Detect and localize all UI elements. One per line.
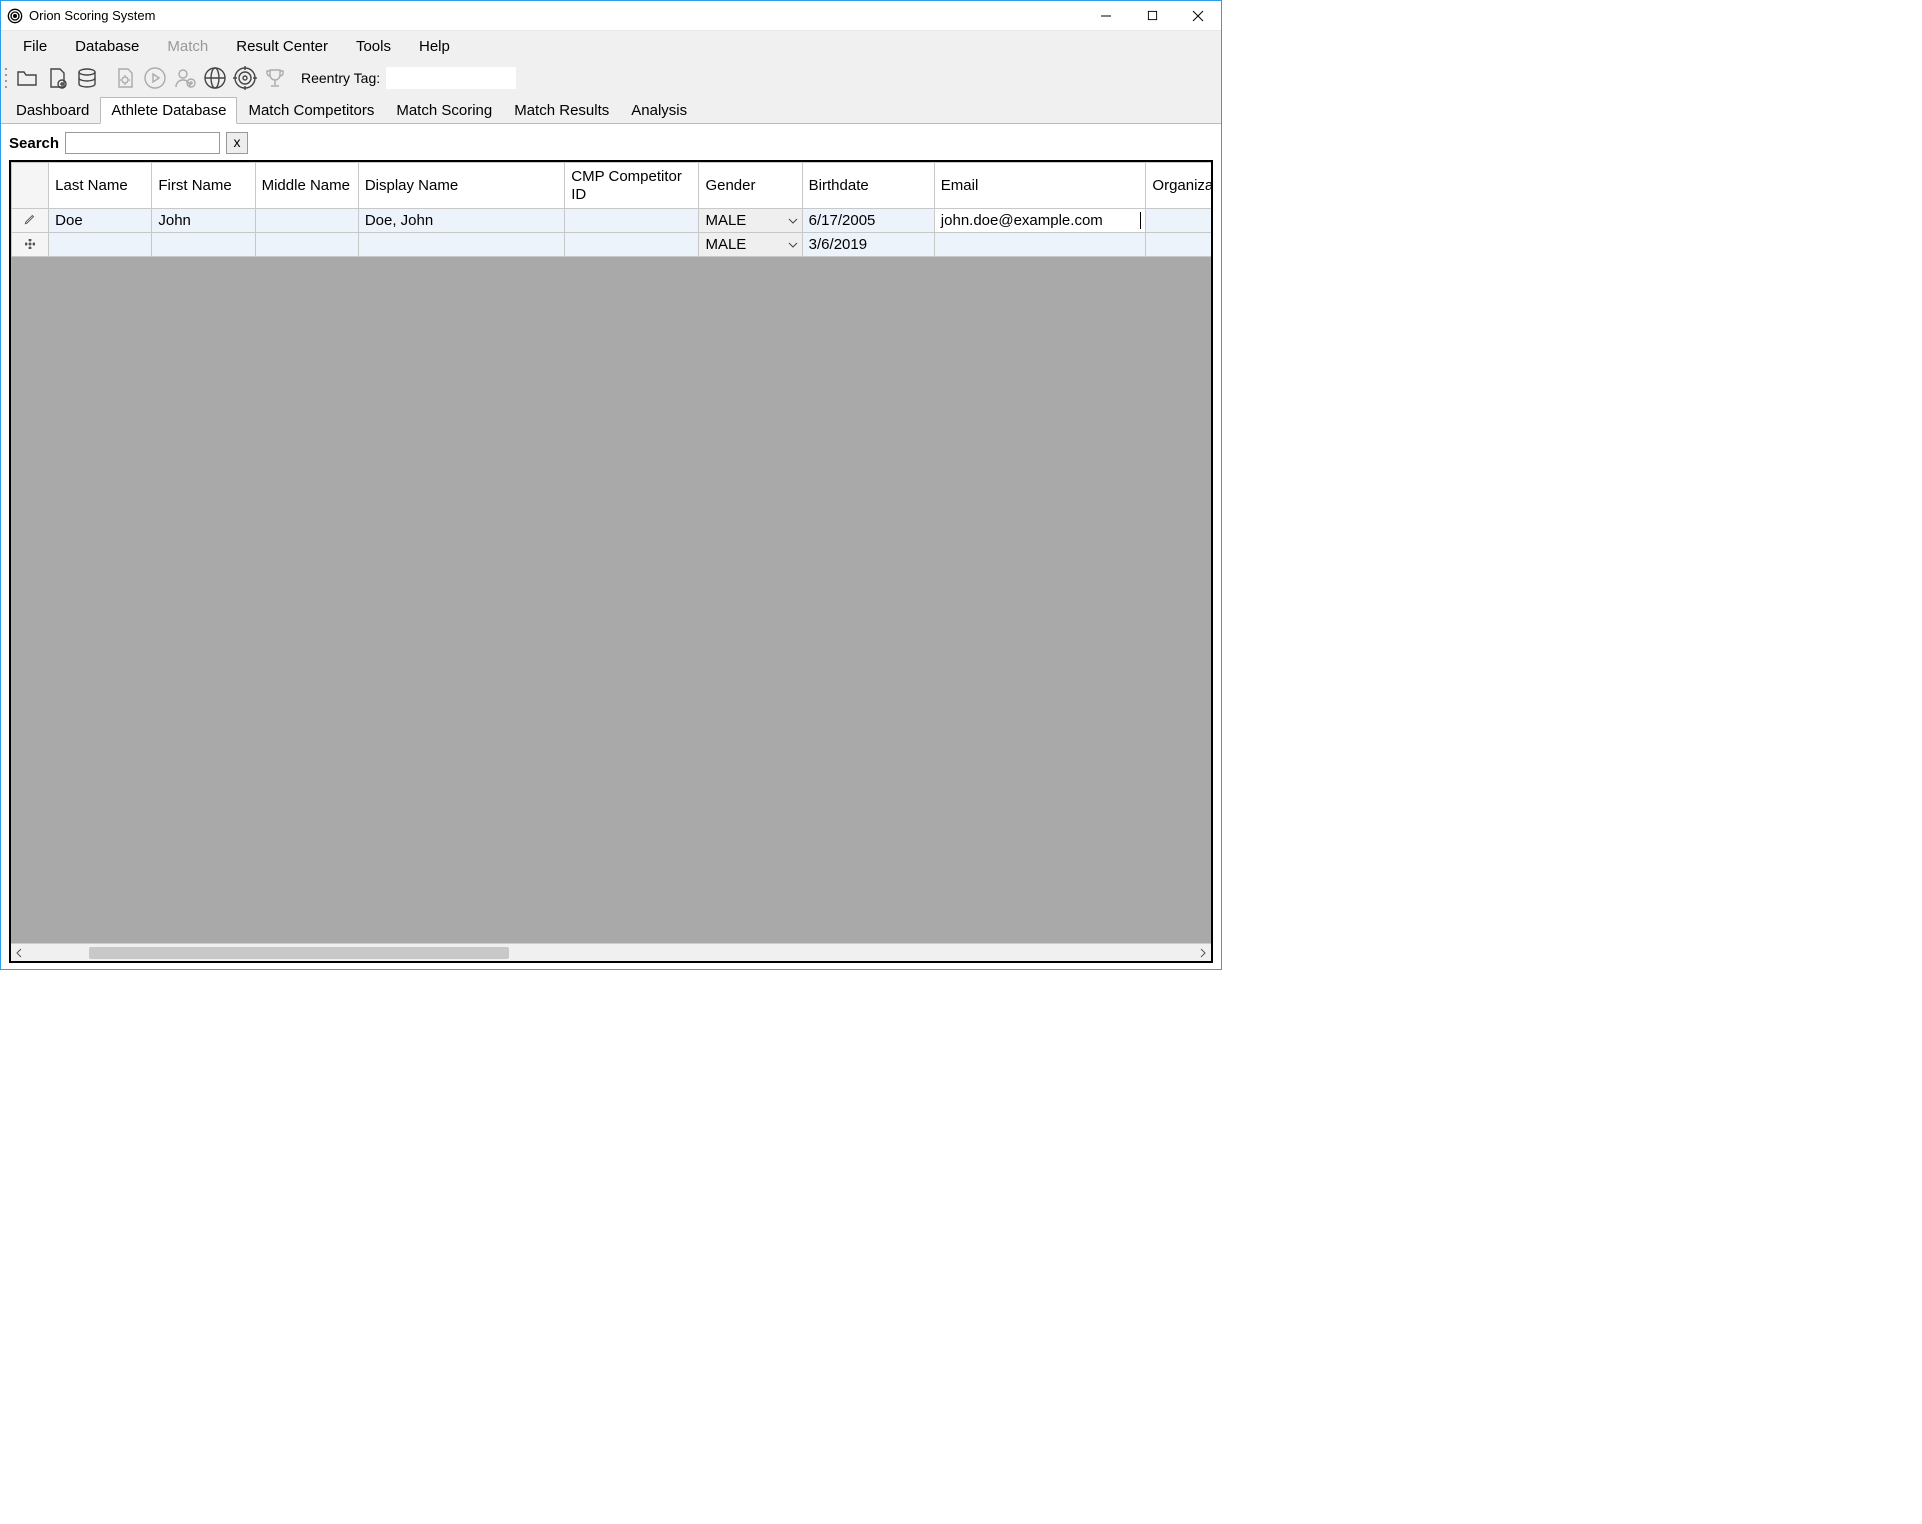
col-last-name[interactable]: Last Name [49,163,152,209]
trophy-button[interactable] [261,64,289,92]
scroll-track[interactable] [29,946,1193,960]
email-value: john.doe@example.com [941,212,1103,229]
col-display-name[interactable]: Display Name [358,163,564,209]
cell-display-name[interactable]: Doe, John [358,209,564,233]
cell-first-name[interactable]: John [152,209,255,233]
globe-button[interactable] [201,64,229,92]
grid-viewport[interactable]: Last Name First Name Middle Name Display… [11,162,1211,943]
tab-match-scoring[interactable]: Match Scoring [385,97,503,123]
chevron-down-icon[interactable] [786,238,800,252]
horizontal-scrollbar[interactable] [11,943,1211,961]
app-icon [7,8,23,24]
maximize-button[interactable] [1129,1,1175,31]
tabstrip: Dashboard Athlete Database Match Competi… [1,95,1221,123]
clear-search-button[interactable]: x [226,132,248,154]
gender-value: MALE [705,212,746,229]
toolbar-grip [5,66,9,90]
target-button[interactable] [231,64,259,92]
cell-organization[interactable] [1146,209,1211,233]
menu-match[interactable]: Match [153,34,222,59]
row-indicator-editing[interactable] [12,209,49,233]
search-row: Search x [1,124,1221,160]
table-row-new[interactable]: MALE 3/6/2019 [12,233,1212,257]
cell-organization[interactable] [1146,233,1211,257]
cell-display-name[interactable] [358,233,564,257]
tab-dashboard[interactable]: Dashboard [5,97,100,123]
col-first-name[interactable]: First Name [152,163,255,209]
window-title: Orion Scoring System [29,8,155,23]
cell-email[interactable] [934,233,1146,257]
menu-database[interactable]: Database [61,34,153,59]
tab-match-results[interactable]: Match Results [503,97,620,123]
cell-last-name[interactable]: Doe [49,209,152,233]
open-folder-button[interactable] [13,64,41,92]
titlebar: Orion Scoring System [1,1,1221,31]
menu-help[interactable]: Help [405,34,464,59]
tab-analysis[interactable]: Analysis [620,97,698,123]
cell-last-name[interactable] [49,233,152,257]
cell-middle-name[interactable] [255,233,358,257]
col-gender[interactable]: Gender [699,163,802,209]
col-cmp-id[interactable]: CMP Competitor ID [565,163,699,209]
database-button[interactable] [73,64,101,92]
tab-athlete-database[interactable]: Athlete Database [100,97,237,124]
gender-value: MALE [705,236,746,253]
scroll-right-button[interactable] [1193,944,1211,962]
menu-result-center[interactable]: Result Center [222,34,342,59]
cell-birthdate[interactable]: 6/17/2005 [802,209,934,233]
row-selector-header[interactable] [12,163,49,209]
toolbar: Reentry Tag: [1,61,1221,95]
scroll-thumb[interactable] [89,947,509,959]
athlete-grid: Last Name First Name Middle Name Display… [9,160,1213,963]
col-middle-name[interactable]: Middle Name [255,163,358,209]
app-window: Orion Scoring System File Database Match… [0,0,1222,970]
chevron-down-icon[interactable] [786,214,800,228]
reentry-tag-input[interactable] [386,67,516,89]
search-input[interactable] [65,132,220,154]
tab-match-competitors[interactable]: Match Competitors [237,97,385,123]
cell-gender[interactable]: MALE [699,233,802,257]
close-button[interactable] [1175,1,1221,31]
cell-birthdate[interactable]: 3/6/2019 [802,233,934,257]
col-organization[interactable]: Organiza [1146,163,1211,209]
reentry-tag-label: Reentry Tag: [301,70,380,86]
minimize-button[interactable] [1083,1,1129,31]
new-file-button[interactable] [43,64,71,92]
tab-content: Search x [1,123,1221,969]
row-indicator-new[interactable] [12,233,49,257]
add-user-button[interactable] [171,64,199,92]
search-label: Search [9,135,59,152]
menu-tools[interactable]: Tools [342,34,405,59]
menu-file[interactable]: File [9,34,61,59]
settings-file-button[interactable] [111,64,139,92]
play-button[interactable] [141,64,169,92]
scroll-left-button[interactable] [11,944,29,962]
cell-cmp-id[interactable] [565,233,699,257]
menubar: File Database Match Result Center Tools … [1,31,1221,61]
col-birthdate[interactable]: Birthdate [802,163,934,209]
cell-middle-name[interactable] [255,209,358,233]
grid-header-row: Last Name First Name Middle Name Display… [12,163,1212,209]
text-caret [1140,212,1141,229]
table-row[interactable]: Doe John Doe, John MALE 6/17/ [12,209,1212,233]
col-email[interactable]: Email [934,163,1146,209]
cell-cmp-id[interactable] [565,209,699,233]
cell-gender[interactable]: MALE [699,209,802,233]
cell-email[interactable]: john.doe@example.com [934,209,1146,233]
cell-first-name[interactable] [152,233,255,257]
